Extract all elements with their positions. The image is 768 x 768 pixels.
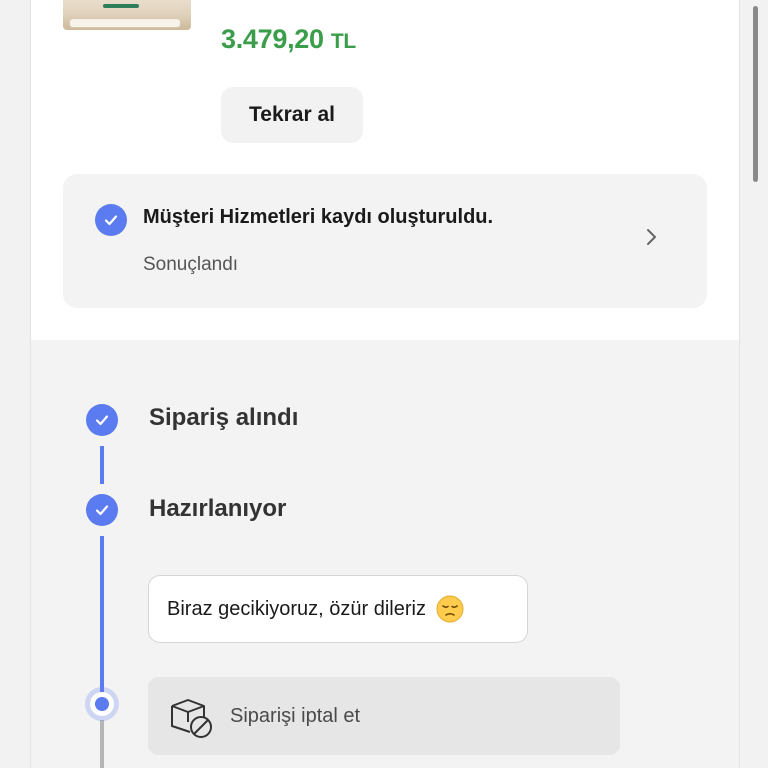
timeline-step-label: Sipariş alındı: [149, 404, 299, 431]
product-image-sole: [69, 18, 181, 28]
current-step-indicator-core: [95, 697, 109, 711]
product-image[interactable]: [63, 0, 191, 30]
scrollbar[interactable]: [753, 6, 758, 182]
cancel-order-label: Siparişi iptal et: [230, 704, 361, 727]
box-cancel-icon: [166, 692, 214, 740]
reorder-button[interactable]: Tekrar al: [221, 87, 363, 143]
price-amount: 3.479,20: [221, 24, 324, 54]
check-icon: [86, 404, 118, 436]
delay-message-text: Biraz gecikiyoruz, özür dileriz: [167, 597, 426, 620]
product-price: 3.479,20 TL: [221, 24, 356, 55]
pensive-face-emoji: [436, 595, 464, 623]
timeline-connector: [100, 446, 104, 484]
timeline-connector: [100, 536, 104, 694]
timeline-step-label: Hazırlanıyor: [149, 495, 287, 522]
price-currency: TL: [330, 30, 356, 53]
order-detail-page: 3.479,20 TL Tekrar al Müşteri Hizmetleri…: [0, 0, 768, 768]
order-card: 3.479,20 TL Tekrar al Müşteri Hizmetleri…: [30, 0, 740, 768]
chevron-right-icon: [645, 226, 659, 248]
product-image-stripe: [103, 4, 139, 8]
order-timeline: Sipariş alındı Hazırlanıyor Biraz geciki…: [31, 340, 739, 768]
service-record-title: Müşteri Hizmetleri kaydı oluşturuldu.: [143, 206, 494, 228]
timeline-connector-pending: [100, 720, 104, 768]
cancel-order-button[interactable]: Siparişi iptal et: [148, 677, 620, 755]
customer-service-record[interactable]: Müşteri Hizmetleri kaydı oluşturuldu. So…: [63, 174, 707, 308]
delay-message-bubble: Biraz gecikiyoruz, özür dileriz: [148, 575, 528, 643]
current-step-indicator: [90, 692, 114, 716]
check-icon: [86, 494, 118, 526]
service-record-status: Sonuçlandı: [143, 254, 239, 275]
check-icon: [95, 204, 127, 236]
